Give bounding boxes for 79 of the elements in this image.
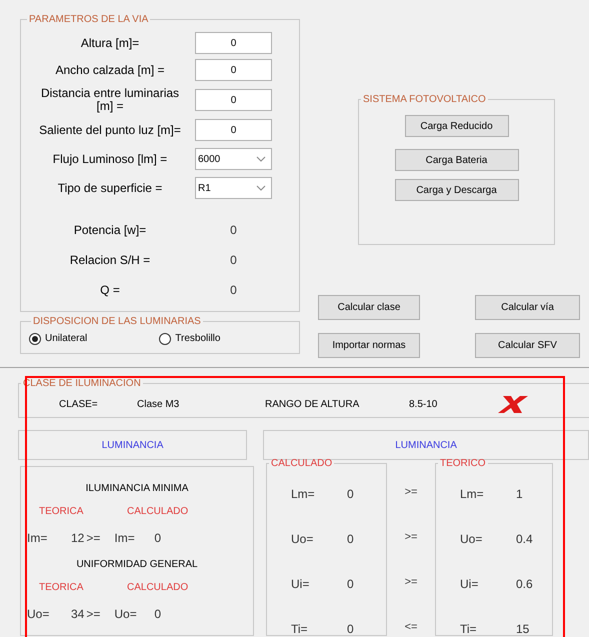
output-value: 0	[229, 222, 238, 239]
calculated-value: 0	[347, 530, 354, 548]
field-label: Altura [m]=	[80, 36, 140, 50]
section-header: LUMINANCIA	[263, 430, 589, 460]
calculated-value: 0	[347, 620, 354, 637]
column-heading: CALCULADO	[127, 580, 188, 594]
theoretical-label: Ti=	[460, 620, 478, 637]
theoretical-value: 1	[516, 486, 523, 502]
output-value: 0	[229, 252, 238, 269]
field-label: Saliente del punto luz [m]=	[38, 124, 182, 136]
theoretical-value: 15	[516, 620, 530, 637]
cross-icon	[497, 394, 529, 414]
theoretical-value: 0.4	[516, 530, 533, 548]
value-label: Im=	[27, 530, 48, 547]
field-label: Flujo Luminoso [lm] =	[52, 152, 168, 166]
comparator: >=	[404, 530, 418, 546]
column-heading: TEORICA	[39, 504, 84, 518]
value-label: Im=	[114, 530, 136, 547]
radio-option[interactable]: Unilateral	[29, 331, 88, 346]
section-title: ILUMINANCIA MINIMA	[84, 482, 190, 496]
action-button[interactable]: Carga y Descarga	[394, 179, 518, 201]
calculated-value: 0	[347, 486, 354, 502]
value: 0	[154, 606, 162, 623]
height-range-label: RANGO DE ALTURA	[265, 398, 360, 412]
theoretical-label: Ui=	[460, 576, 480, 592]
field-label: Tipo de superficie =	[56, 182, 164, 194]
calculated-value: 0	[347, 576, 354, 592]
value: 34	[71, 606, 84, 623]
comparator: >=	[404, 575, 418, 590]
calculated-label: Lm=	[291, 486, 316, 502]
field-label: Q =	[99, 284, 121, 296]
action-button[interactable]: Importar normas	[318, 333, 420, 358]
class-value: Clase M3	[137, 398, 180, 412]
comparator: <=	[404, 620, 418, 636]
action-button[interactable]: Calcular clase	[318, 295, 420, 320]
radio-option[interactable]: Tresbolillo	[159, 331, 220, 346]
action-button[interactable]: Calcular vía	[475, 295, 580, 320]
value-label: Uo=	[27, 606, 50, 623]
height-range-value: 8.5-10	[409, 398, 438, 412]
panel-title: SISTEMA FOTOVOLTAICO	[362, 93, 487, 107]
theoretical-label: Lm=	[460, 486, 485, 502]
chevron-icon	[256, 156, 266, 162]
input-field[interactable]: 0	[195, 32, 272, 54]
comparator: >=	[86, 606, 102, 623]
calculated-label: Uo=	[291, 530, 314, 548]
panel-title: PARAMETROS DE LA VIA	[28, 13, 150, 27]
column-heading: TEORICA	[39, 580, 84, 594]
input-field[interactable]: 0	[195, 119, 272, 141]
comparator: >=	[86, 530, 102, 547]
action-button[interactable]: Calcular SFV	[475, 333, 580, 358]
comparator: >=	[404, 485, 418, 500]
action-button[interactable]: Carga Bateria	[394, 149, 518, 171]
calculated-label: Ti=	[291, 620, 309, 637]
class-label: CLASE=	[59, 398, 99, 412]
input-field[interactable]: 0	[195, 89, 272, 111]
panel-title: TEORICO	[439, 457, 487, 471]
panel-title: DISPOSICION DE LAS LUMINARIAS	[32, 315, 202, 329]
radio-button[interactable]	[29, 332, 41, 344]
theoretical-label: Uo=	[460, 530, 484, 548]
dropdown[interactable]: R1	[195, 177, 272, 199]
theoretical-value: 0.6	[516, 576, 533, 592]
radio-button[interactable]	[159, 332, 172, 344]
calculated-label: Ui=	[291, 576, 310, 592]
section-title: UNIFORMIDAD GENERAL	[75, 558, 199, 572]
action-button[interactable]: Carga Reducido	[404, 115, 508, 137]
field-label: Distancia entre luminarias [m] =	[40, 87, 180, 113]
dropdown[interactable]: 6000	[195, 148, 272, 170]
value-label: Uo=	[114, 606, 138, 623]
field-label: Potencia [w]=	[72, 224, 148, 236]
output-value: 0	[229, 282, 238, 299]
section-header: LUMINANCIA	[18, 430, 248, 460]
column-heading: CALCULADO	[127, 504, 188, 518]
field-label: Relacion S/H =	[68, 254, 152, 266]
input-field[interactable]: 0	[195, 59, 272, 81]
value: 0	[154, 530, 162, 547]
value: 12	[71, 530, 84, 547]
panel-title: CALCULADO	[270, 457, 334, 471]
chevron-icon	[256, 185, 266, 191]
field-label: Ancho calzada [m] =	[54, 64, 166, 76]
